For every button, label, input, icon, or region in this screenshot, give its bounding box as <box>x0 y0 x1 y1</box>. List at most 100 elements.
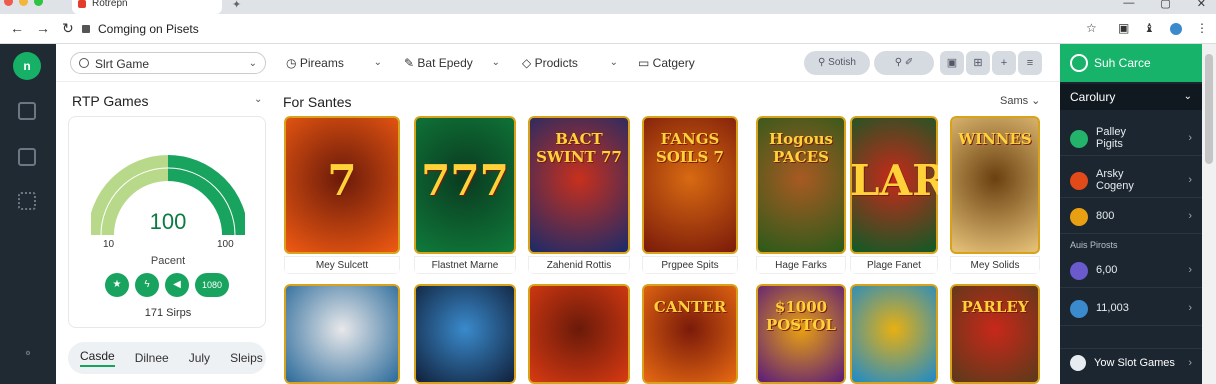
sotish-button[interactable]: ⚲ Sotish <box>804 51 870 75</box>
profile-avatar[interactable] <box>1170 23 1182 35</box>
play-icon[interactable]: ◀ <box>165 273 189 297</box>
game-card[interactable]: BACT SWINT 77 Zahenid Rottis <box>528 116 630 274</box>
chevron-down-icon[interactable]: ⌄ <box>254 94 262 105</box>
menu-kebab-icon[interactable]: ⋮ <box>1196 21 1208 35</box>
rtp-chip-button[interactable]: 1080 <box>195 273 229 297</box>
game-art-text: LARS <box>850 156 938 205</box>
filter-bat-epedy[interactable]: ✎ Bat Epedy ⌄ <box>404 52 508 74</box>
rail-settings-icon[interactable]: ⚙ <box>10 350 46 357</box>
filter-label: Catgery <box>652 56 695 70</box>
game-card[interactable]: PARLEY <box>950 284 1040 384</box>
game-card[interactable] <box>414 284 516 384</box>
filter-label: Prodicts <box>534 56 578 70</box>
filter-catgery[interactable]: ▭ Catgery <box>638 52 742 74</box>
reload-icon[interactable]: ↻ <box>62 20 74 37</box>
filter-prodicts[interactable]: ◇ Prodicts ⌄ <box>522 52 626 74</box>
app-logo[interactable]: n <box>13 52 41 80</box>
provider-icon <box>1070 300 1088 318</box>
provider-icon <box>1070 172 1088 190</box>
sort-dropdown[interactable]: Sams ⌄ <box>1000 94 1040 107</box>
add-icon[interactable]: + <box>992 51 1016 75</box>
filter-bar: Slrt Game ⌄ ◷ Pireams ⌄ ✎ Bat Epedy ⌄ ◇ … <box>56 44 1060 82</box>
back-icon[interactable]: ← <box>10 20 24 36</box>
sidebar-item-label: Palley <box>1096 126 1126 138</box>
chevron-right-icon: › <box>1188 132 1192 144</box>
sidebar-item[interactable]: 11,003 › <box>1060 292 1202 326</box>
bolt-icon[interactable]: ϟ <box>135 273 159 297</box>
list-icon[interactable]: ≡ <box>1018 51 1042 75</box>
maximize-window-icon[interactable] <box>34 0 43 6</box>
puzzle-icon[interactable]: ♝ <box>1144 21 1155 35</box>
star-icon[interactable]: ★ <box>105 273 129 297</box>
search-icon <box>79 58 89 68</box>
sidebar-item-label: 6,00 <box>1096 264 1118 276</box>
tab-dilnee[interactable]: Dilnee <box>135 351 169 365</box>
rail-grid-icon[interactable] <box>18 192 36 210</box>
sidebar-item-text: 11,003 <box>1096 292 1202 314</box>
sidebar-header[interactable]: Suh Carce <box>1060 44 1202 82</box>
scrollbar[interactable] <box>1202 44 1216 384</box>
sidebar-item-sublabel: Pigits <box>1096 138 1123 150</box>
copy-icon[interactable]: ▣ <box>940 51 964 75</box>
sidebar-item-text: 800 <box>1096 200 1202 222</box>
game-card[interactable]: LARS Plage Fanet <box>850 116 938 274</box>
rtp-label: Pacent <box>150 255 186 267</box>
game-card[interactable]: WINNES Mey Solids <box>950 116 1040 274</box>
main-content: Slrt Game ⌄ ◷ Pireams ⌄ ✎ Bat Epedy ⌄ ◇ … <box>56 44 1060 384</box>
game-name: Zahenid Rottis <box>528 256 630 274</box>
tool-pin-button[interactable]: ⚲ ✐ <box>874 51 934 75</box>
rtp-spins: 171 Sirps <box>144 307 192 319</box>
game-card[interactable]: Hogous PACES Hage Farks <box>756 116 846 274</box>
forward-icon[interactable]: → <box>36 20 50 36</box>
category-dropdown[interactable]: Carolury ⌄ <box>1060 84 1202 110</box>
rtp-tabs: Casde Dilnee July Sleips <box>68 342 266 374</box>
game-art-text: PARLEY <box>961 298 1029 316</box>
minimize-window-icon[interactable] <box>19 0 28 6</box>
close-icon[interactable]: ✕ <box>1197 0 1206 10</box>
scrollbar-thumb[interactable] <box>1205 54 1213 164</box>
chevron-right-icon: › <box>1188 264 1192 276</box>
tab-july[interactable]: July <box>189 351 210 365</box>
game-art-text: BACT SWINT 77 <box>536 130 622 166</box>
extension-icon[interactable]: ▣ <box>1118 21 1129 35</box>
close-window-icon[interactable] <box>4 0 13 6</box>
note-icon: ✎ <box>404 56 418 70</box>
tab-sleips[interactable]: Sleips <box>230 351 263 365</box>
game-card[interactable]: $1000 POSTOL <box>756 284 846 384</box>
game-search-select[interactable]: Slrt Game ⌄ <box>70 52 266 74</box>
clock-icon <box>1070 54 1088 72</box>
sidebar-footer-link[interactable]: Yow Slot Games › <box>1060 348 1202 376</box>
new-tab-icon[interactable]: ✦ <box>232 0 241 11</box>
tag-icon: ◇ <box>522 56 535 70</box>
url-input[interactable]: Comging on Pisets <box>82 19 1082 39</box>
game-card[interactable]: CANTER <box>642 284 738 384</box>
chevron-right-icon: › <box>1188 302 1192 314</box>
game-card[interactable]: 7 Mey Sulcett <box>284 116 400 274</box>
sidebar-item[interactable]: Palley Pigits › <box>1060 122 1202 156</box>
sidebar-item[interactable]: 6,00 › <box>1060 254 1202 288</box>
tab-title: Rotrepn <box>92 0 128 9</box>
game-card[interactable]: 777 Flastnet Marne <box>414 116 516 274</box>
chevron-down-icon: ⌄ <box>373 57 382 68</box>
sidebar-item[interactable]: Arsky Cogeny › <box>1060 164 1202 198</box>
grid-icon[interactable]: ⊞ <box>966 51 990 75</box>
bookmark-star-icon[interactable]: ☆ <box>1086 21 1097 35</box>
game-card[interactable] <box>528 284 630 384</box>
tab-strip: Rotrepn ✦ — ▢ ✕ <box>0 0 1216 14</box>
rail-document-icon[interactable] <box>18 102 36 120</box>
sidebar-item-text: Arsky Cogeny <box>1096 164 1202 192</box>
rail-layers-icon[interactable] <box>18 148 36 166</box>
filter-pireams[interactable]: ◷ Pireams ⌄ <box>286 52 390 74</box>
game-card[interactable]: FANGS SOILS 7 Prgpee Spits <box>642 116 738 274</box>
sidebar-item[interactable]: 800 › <box>1060 200 1202 234</box>
browser-tab[interactable]: Rotrepn <box>72 0 222 14</box>
game-card[interactable] <box>284 284 400 384</box>
game-art-text: Hogous PACES <box>768 130 834 166</box>
restore-icon[interactable]: ▢ <box>1160 0 1170 10</box>
rtp-value: 100 <box>149 209 187 234</box>
game-card[interactable] <box>850 284 938 384</box>
game-art-text: FANGS SOILS 7 <box>656 130 724 166</box>
tab-casde[interactable]: Casde <box>80 349 115 367</box>
game-name: Prgpee Spits <box>642 256 738 274</box>
minimize-icon[interactable]: — <box>1123 0 1134 10</box>
